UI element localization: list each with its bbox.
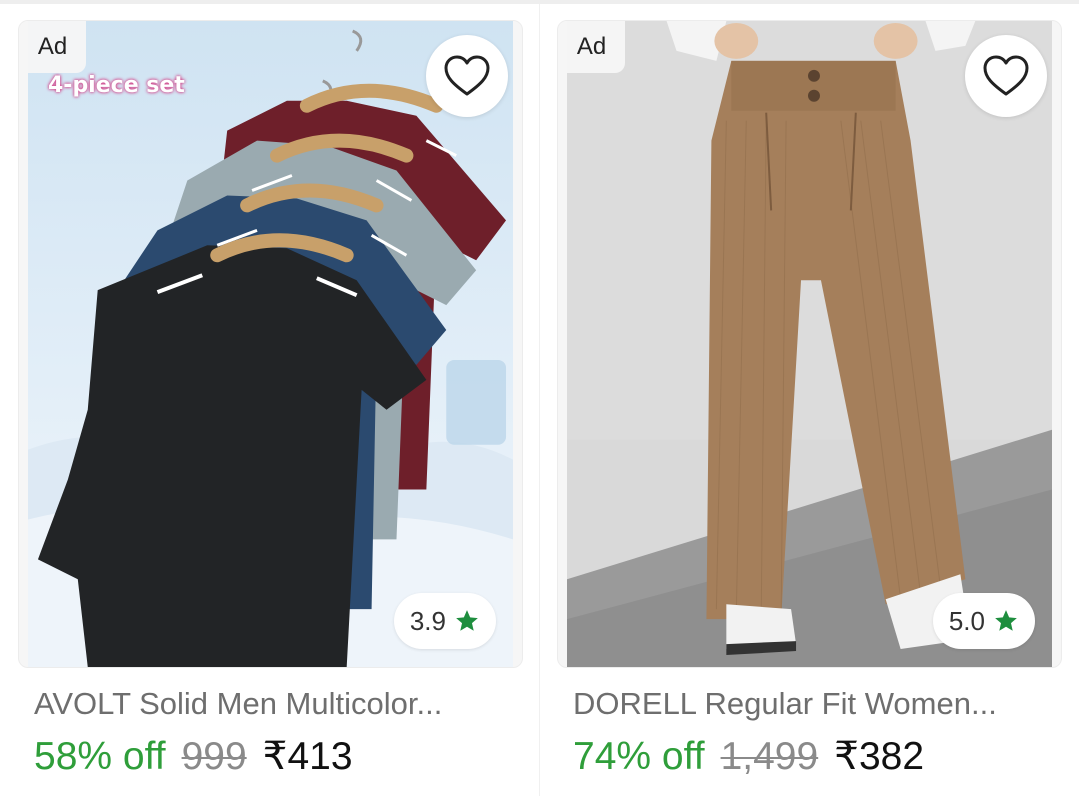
product-card-avolt[interactable]: 4-piece set Ad 3.9 AVOLT Solid Men Multi… [18,20,523,779]
star-icon [456,610,478,631]
trousers-image [567,21,1052,667]
product-image-frame[interactable]: Ad 5.0 [557,20,1062,668]
ad-label: Ad [19,21,86,73]
product-image-frame[interactable]: 4-piece set Ad 3.9 [18,20,523,668]
rating-badge: 5.0 [932,593,1035,649]
rating-badge: 3.9 [393,593,496,649]
original-price: 1,499 [720,735,819,778]
product-card-dorell[interactable]: Ad 5.0 DORELL Regular Fit Women... 74% o… [557,20,1062,779]
price-row: 74% off 1,499 ₹382 [573,734,1062,779]
product-title[interactable]: AVOLT Solid Men Multicolor... [34,686,514,722]
original-price: 999 [181,735,247,778]
heart-outline-icon [444,55,490,96]
product-title[interactable]: DORELL Regular Fit Women... [573,686,1053,722]
wishlist-button[interactable] [965,35,1047,117]
selling-price: ₹413 [262,735,353,778]
price-row: 58% off 999 ₹413 [34,734,523,779]
image-badge-text: 4-piece set [48,73,185,98]
tshirts-image [28,21,513,667]
discount-label: 74% off [573,735,705,778]
product-grid: 4-piece set Ad 3.9 AVOLT Solid Men Multi… [0,4,1079,796]
product-image[interactable]: 4-piece set [28,21,513,667]
discount-label: 58% off [34,735,166,778]
product-image[interactable] [567,21,1052,667]
column-divider [539,4,540,796]
rating-value: 5.0 [948,605,985,636]
selling-price: ₹382 [834,735,925,778]
rating-value: 3.9 [409,605,446,636]
star-icon [995,610,1017,631]
wishlist-button[interactable] [426,35,508,117]
heart-outline-icon [983,55,1029,96]
ad-label: Ad [558,21,625,73]
